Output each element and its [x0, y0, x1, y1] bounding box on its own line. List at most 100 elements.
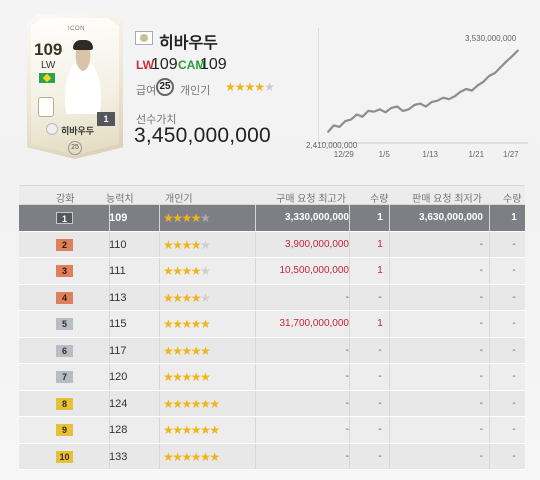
row-sell-qty: -	[512, 450, 516, 462]
table-row[interactable]: 10 133 ★★★★★★ - - - -	[19, 443, 525, 470]
table-row[interactable]: 4 113 ★★★★★ - - - -	[19, 284, 525, 311]
star-icon: ★	[190, 449, 202, 464]
star-icon: ★	[163, 264, 174, 278]
star-icon: ★	[163, 211, 174, 225]
column-divider	[255, 311, 256, 337]
star-icon: ★	[200, 396, 211, 411]
header-ovr: 능력치	[106, 194, 134, 205]
price-point	[488, 74, 491, 77]
grade-badge: 4	[56, 291, 73, 304]
row-background	[19, 390, 525, 416]
table-row[interactable]: 8 124 ★★★★★★ - - - -	[19, 390, 525, 417]
row-skill-stars: ★★★★★	[163, 237, 211, 252]
table-row[interactable]: 3 111 ★★★★★ 10,500,000,000 1- -	[19, 258, 525, 285]
price-point	[361, 115, 364, 118]
star-icon: ★	[181, 211, 193, 225]
column-divider	[489, 417, 490, 443]
star-icon: ★	[163, 317, 174, 331]
star-icon: ★	[190, 370, 202, 384]
price-point	[471, 89, 473, 92]
column-divider	[489, 311, 490, 337]
column-divider	[255, 390, 256, 416]
row-sell-min: -	[479, 371, 483, 382]
price-point	[384, 111, 387, 114]
row-ovr: 128	[109, 424, 128, 436]
star-icon: ★	[172, 317, 183, 331]
star-icon: ★	[163, 423, 174, 437]
star-icon: ★	[209, 423, 220, 437]
column-divider	[489, 205, 490, 231]
grade-badge: 10	[56, 450, 73, 463]
star-icon: ★	[190, 423, 202, 437]
table-row[interactable]: 6 117 ★★★★★ - - - -	[19, 337, 525, 364]
row-buy-qty: 1	[377, 318, 383, 329]
star-icon: ★	[200, 211, 211, 225]
column-divider	[349, 443, 350, 469]
row-background	[19, 337, 525, 363]
skill-label: 개인기	[180, 85, 211, 97]
header-sell-min: 판매 요청 최저가	[412, 194, 482, 205]
row-buy-qty: 1	[377, 265, 383, 276]
card-level: 1	[97, 112, 115, 126]
price-series-line	[327, 49, 519, 133]
ovr-primary: 109	[151, 56, 178, 73]
star-icon: ★	[181, 449, 193, 464]
price-point	[327, 131, 329, 133]
grade-badge: 1	[56, 212, 73, 224]
column-divider	[349, 258, 350, 284]
row-buy-qty: -	[378, 371, 382, 382]
price-point	[494, 72, 496, 74]
header-buy-max: 구매 요청 최고가	[276, 194, 346, 205]
price-point	[430, 101, 433, 104]
chart-min-label: 2,410,000,000	[306, 140, 358, 150]
star-icon: ★	[172, 211, 183, 225]
column-divider	[159, 443, 160, 469]
column-divider	[349, 364, 350, 390]
price-point	[424, 105, 427, 108]
grade-badge: 5	[56, 318, 73, 330]
row-background	[19, 231, 525, 257]
row-ovr: 120	[109, 371, 128, 383]
row-skill-stars: ★★★★★	[163, 317, 211, 331]
table-row[interactable]: 5 115 ★★★★★ 31,700,000,000 1- -	[19, 311, 525, 338]
row-ovr: 124	[109, 397, 128, 410]
chart-x-tick: 1/13	[422, 150, 438, 159]
column-divider	[489, 258, 490, 284]
price-point	[459, 91, 462, 93]
column-divider	[159, 417, 160, 443]
price-point	[453, 95, 456, 98]
row-sell-qty: -	[512, 318, 516, 329]
card-name: 히바우두	[61, 126, 95, 136]
column-divider	[389, 417, 390, 443]
star-icon: ★	[190, 211, 202, 225]
header-buy-qty: 수량	[370, 194, 389, 205]
row-ovr: 111	[109, 265, 126, 277]
table-body: 1 109 ★★★★★ 3,330,000,000 1 3,630,000,000 1 2 11…	[19, 205, 525, 470]
star-icon: ★	[172, 264, 183, 278]
table-row[interactable]: 1 109 ★★★★★ 3,330,000,000 1 3,630,000,000 1	[19, 205, 525, 232]
column-divider	[489, 231, 490, 257]
column-divider	[389, 443, 390, 469]
star-icon: ★	[172, 449, 183, 464]
row-sell-qty: 1	[511, 212, 517, 223]
star-icon: ★	[172, 343, 183, 358]
row-buy-max: -	[345, 397, 349, 409]
column-divider	[255, 417, 256, 443]
star-icon: ★	[225, 80, 236, 94]
table-row[interactable]: 2 110 ★★★★★ 3,900,000,000 1- -	[19, 231, 525, 258]
row-ovr: 133	[109, 450, 128, 463]
star-icon: ★	[264, 80, 275, 94]
price-point	[448, 98, 450, 101]
row-sell-qty: -	[512, 265, 516, 276]
star-icon: ★	[200, 317, 211, 331]
price-point	[355, 113, 358, 116]
row-skill-stars: ★★★★★	[163, 370, 211, 384]
table-row[interactable]: 7 120 ★★★★★ - - - -	[19, 364, 525, 391]
row-sell-qty: -	[512, 397, 516, 409]
table-row[interactable]: 9 128 ★★★★★★ - - - -	[19, 417, 525, 444]
row-sell-qty: -	[512, 371, 516, 382]
star-icon: ★	[190, 237, 202, 252]
row-sell-qty: -	[512, 291, 516, 303]
column-divider	[389, 337, 390, 363]
price-point	[367, 109, 370, 112]
